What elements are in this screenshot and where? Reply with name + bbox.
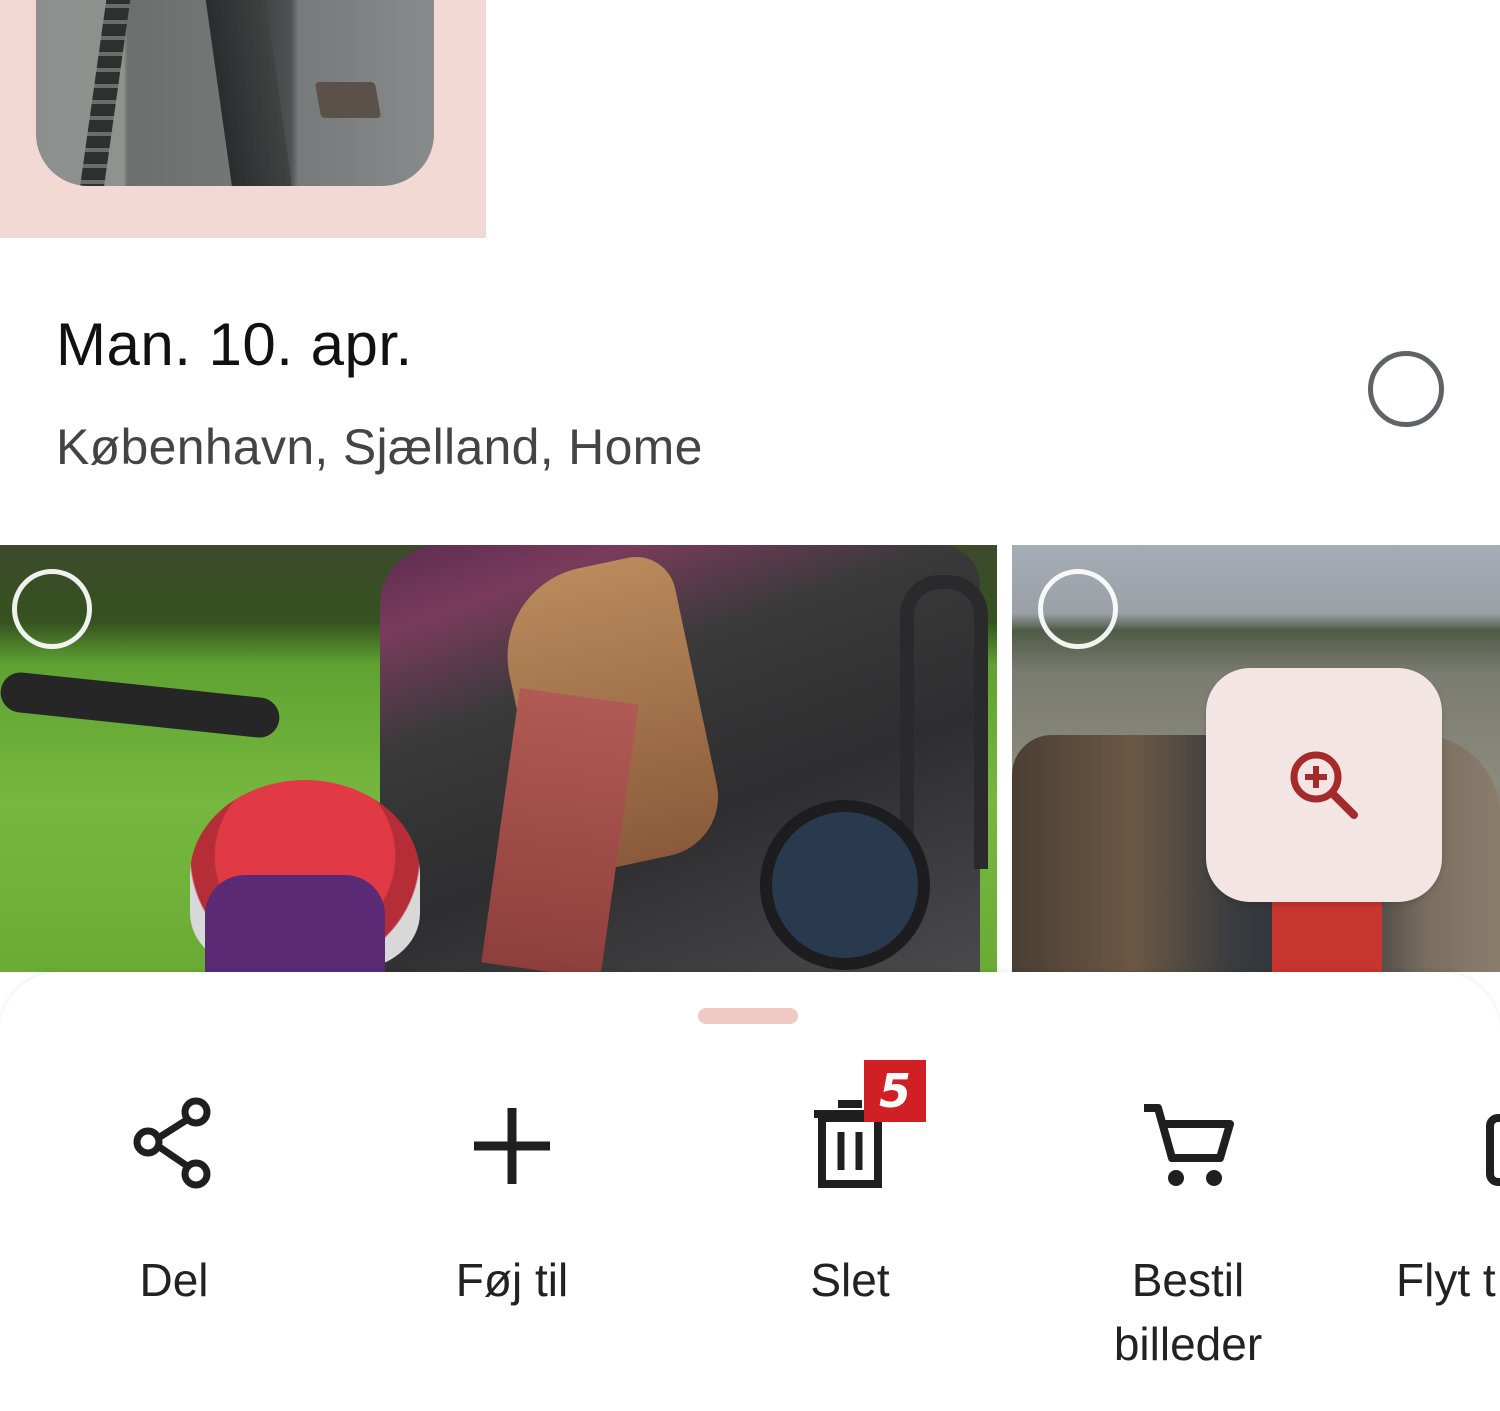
photo-detail [205, 875, 385, 972]
photo-detail [760, 800, 930, 970]
photo-detail [900, 575, 988, 869]
photo-select-checkbox[interactable] [12, 569, 92, 649]
share-label: Del [139, 1254, 209, 1306]
drag-handle[interactable] [698, 1008, 798, 1024]
zoom-in-icon [1290, 751, 1358, 819]
add-to-button[interactable]: Føj til [382, 1096, 642, 1312]
photo-detail [200, 0, 292, 186]
photo-detail [80, 0, 136, 186]
move-button[interactable]: Flyt t [1396, 1096, 1500, 1312]
zoom-button[interactable] [1206, 668, 1442, 902]
date-group-title: Man. 10. apr. [56, 311, 413, 378]
move-label: Flyt t [1396, 1254, 1496, 1306]
photo-detail [314, 82, 382, 118]
delete-label: Slet [810, 1254, 890, 1306]
photo-family-bike[interactable] [0, 545, 997, 972]
photo-select-checkbox[interactable] [1038, 569, 1118, 649]
photo-detail [1272, 890, 1382, 972]
add-to-label: Føj til [455, 1254, 569, 1306]
delete-button[interactable]: Slet [720, 1096, 980, 1312]
share-button[interactable]: Del [44, 1096, 304, 1312]
folder-icon [1486, 1114, 1500, 1186]
photo-detail [0, 670, 282, 740]
plus-icon [474, 1108, 550, 1184]
date-group-location: København, Sjælland, Home [56, 419, 703, 475]
order-prints-button[interactable]: Bestil billeder [1058, 1096, 1318, 1376]
selected-photo-tile[interactable] [0, 0, 486, 238]
cart-icon [1144, 1104, 1234, 1186]
order-prints-label: Bestil billeder [1113, 1254, 1263, 1370]
action-sheet: Del Føj til Slet 5 Bestil billeder Flyt … [0, 972, 1500, 1411]
tutorial-step-badge: 5 [864, 1060, 926, 1122]
photo-street-curb [36, 0, 434, 186]
select-day-checkbox[interactable] [1368, 351, 1444, 427]
share-icon [133, 1097, 211, 1189]
